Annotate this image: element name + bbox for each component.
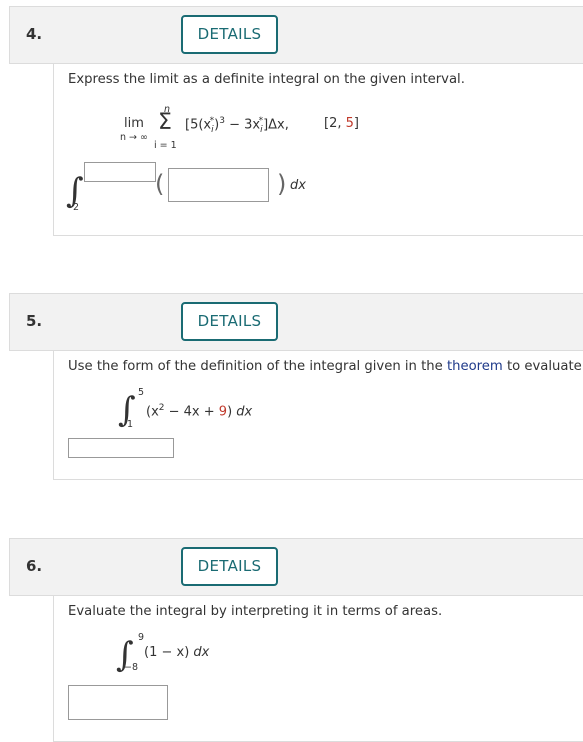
sigma-symbol: Σ	[158, 110, 172, 135]
summand: [5(xi*)3 − 3xi*]Δx,	[185, 116, 289, 135]
integral-lower-limit: −8	[124, 662, 139, 673]
integral-upper-limit: 9	[138, 632, 145, 643]
question-4-header: 4. DETAILS	[9, 6, 583, 64]
integrand: (1 − x) dx	[144, 645, 210, 660]
lim-label: lim	[124, 116, 144, 131]
integral-upper-limit: 5	[138, 387, 145, 398]
question-prompt: Evaluate the integral by interpreting it…	[68, 604, 443, 619]
left-paren: (	[155, 170, 165, 198]
details-button[interactable]: DETAILS	[181, 302, 278, 341]
integral-lower-limit: 2	[73, 202, 80, 213]
integral-lower-limit: 1	[127, 419, 134, 430]
details-button[interactable]: DETAILS	[181, 15, 278, 54]
question-number: 4.	[26, 25, 43, 43]
lim-subscript: n → ∞	[120, 132, 148, 143]
integrand-input[interactable]	[168, 168, 269, 202]
question-4-body: Express the limit as a definite integral…	[53, 64, 583, 236]
dx-label: dx	[290, 178, 306, 193]
question-6-body: Evaluate the integral by interpreting it…	[53, 596, 583, 742]
question-6-header: 6. DETAILS	[9, 538, 583, 596]
question-prompt: Use the form of the definition of the in…	[68, 359, 583, 374]
question-number: 6.	[26, 557, 43, 575]
theorem-link[interactable]: theorem	[447, 359, 503, 374]
question-number: 5.	[26, 312, 43, 330]
question-prompt: Express the limit as a definite integral…	[68, 72, 465, 87]
question-5-header: 5. DETAILS	[9, 293, 583, 351]
details-button[interactable]: DETAILS	[181, 547, 278, 586]
answer-input[interactable]	[68, 685, 168, 720]
right-paren: )	[277, 170, 287, 198]
question-5-body: Use the form of the definition of the in…	[53, 351, 583, 480]
interval: [2, 5]	[324, 116, 359, 131]
integrand: (x2 − 4x + 9) dx	[146, 403, 253, 420]
sum-lower: i = 1	[154, 140, 177, 151]
answer-input[interactable]	[68, 438, 174, 458]
upper-limit-input[interactable]	[84, 162, 156, 182]
